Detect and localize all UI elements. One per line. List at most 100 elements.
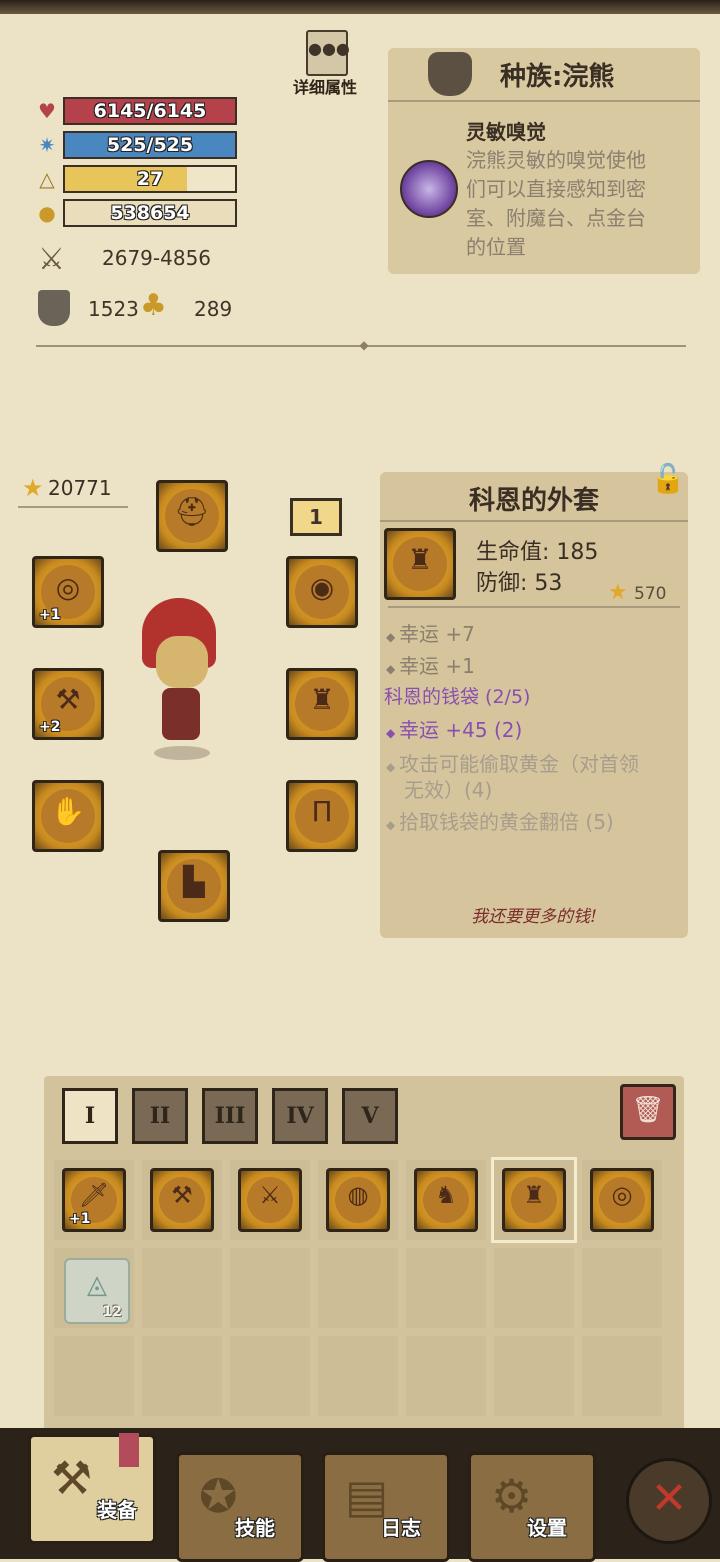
inventory-item-4[interactable]: ◍ — [326, 1168, 390, 1232]
item-hp: 生命值: 185 — [476, 540, 599, 565]
unlock-icon[interactable]: 🔓 — [648, 462, 688, 502]
pants-slot[interactable]: Π — [286, 780, 358, 852]
inventory-item-7[interactable]: ◎ — [590, 1168, 654, 1232]
boots-slot[interactable]: ▙ — [158, 850, 230, 922]
bottom-nav: ⚒ 装备 ✪ 技能 ▤ 日志 ⚙ 设置 ✕ — [0, 1428, 720, 1562]
set-bonus-2-cont: 无效）(4) — [404, 778, 493, 802]
skill-desc-4: 的位置 — [466, 235, 526, 259]
nav-settings[interactable]: ⚙ 设置 — [468, 1452, 596, 1562]
pants-icon: Π — [311, 795, 333, 828]
level-value: 27 — [136, 168, 164, 190]
item-def: 防御: 53 — [476, 571, 563, 596]
luck-value: 289 — [194, 297, 233, 321]
hp-value: 6145/6145 — [93, 100, 207, 122]
ring-plus: +1 — [39, 607, 61, 623]
item-detail-slot: ♜ — [384, 528, 456, 600]
inventory-cell[interactable]: ♞ — [406, 1160, 486, 1240]
tab-1[interactable]: I — [62, 1088, 118, 1144]
nav-equip-label: 装备 — [97, 1498, 137, 1522]
trash-button[interactable]: 🗑 — [620, 1084, 676, 1140]
inventory-cell[interactable] — [230, 1248, 310, 1328]
inventory-cell[interactable] — [494, 1248, 574, 1328]
hp-bar: 6145/6145 — [63, 97, 237, 125]
effect-2: ◆ 幸运 +1 — [386, 654, 475, 678]
item-coat-icon: ♜ — [407, 543, 433, 576]
item-stat-divider — [388, 606, 680, 608]
inventory-cell[interactable] — [406, 1248, 486, 1328]
inventory-cell[interactable] — [406, 1336, 486, 1416]
inventory-cell[interactable]: ◎ — [582, 1160, 662, 1240]
details-icon: ●●● — [306, 30, 350, 76]
nav-equip[interactable]: ⚒ 装备 — [28, 1433, 156, 1544]
nav-skills-label: 技能 — [235, 1516, 275, 1540]
nav-skills[interactable]: ✪ 技能 — [176, 1452, 304, 1562]
ring-slot[interactable]: ◎ +1 — [32, 556, 104, 628]
inventory-item-5[interactable]: ♞ — [414, 1168, 478, 1232]
sword-icon: 🗡 — [78, 1181, 110, 1209]
gloves-slot[interactable]: ✋ — [32, 780, 104, 852]
inventory-cell[interactable] — [142, 1336, 222, 1416]
mp-bar: 525/525 — [63, 131, 237, 159]
inventory-cell[interactable]: ⚔ — [230, 1160, 310, 1240]
inventory-item-6[interactable]: ♜ — [502, 1168, 566, 1232]
close-button[interactable]: ✕ — [626, 1458, 712, 1544]
armor-slot[interactable]: ♜ — [286, 668, 358, 740]
inventory-cell[interactable] — [142, 1248, 222, 1328]
inventory-cell[interactable] — [582, 1336, 662, 1416]
scarf-icon: ◍ — [347, 1181, 369, 1209]
inventory-cell[interactable]: ◬ 12 — [54, 1248, 134, 1328]
race-title: 种族:浣熊 — [500, 62, 615, 92]
inventory-cell[interactable] — [230, 1336, 310, 1416]
defense-value: 1523 — [88, 297, 139, 321]
item-name-divider — [380, 520, 688, 522]
tab-2[interactable]: II — [132, 1088, 188, 1144]
inventory-item-2[interactable]: ⚒ — [150, 1168, 214, 1232]
gold-row: ● 538654 — [36, 199, 241, 229]
inventory-cell[interactable] — [54, 1336, 134, 1416]
inventory-cell[interactable] — [582, 1248, 662, 1328]
set-bonus-2: ◆ 攻击可能偷取黄金（对首领 — [386, 752, 640, 776]
item-flavor: 我还要更多的钱! — [471, 907, 597, 927]
inventory-cell[interactable] — [494, 1336, 574, 1416]
attack-icon: ⚔ — [38, 242, 65, 277]
tab-3[interactable]: III — [202, 1088, 258, 1144]
helmet-slot[interactable]: ⛑ — [156, 480, 228, 552]
bookmark-icon — [119, 1433, 139, 1467]
attack-value: 2679-4856 — [102, 246, 212, 270]
inventory-cell-selected[interactable]: ♜ — [491, 1157, 577, 1243]
set-bonus-1: ◆ 幸运 +45 (2) — [386, 718, 523, 742]
inventory-item-1[interactable]: 🗡 +1 — [62, 1168, 126, 1232]
shield-icon — [38, 290, 70, 326]
slot-badge[interactable]: 1 — [290, 498, 342, 536]
inventory-cell[interactable] — [318, 1248, 398, 1328]
scroll-icon: ◬ — [87, 1270, 107, 1300]
inventory-cell[interactable]: ◍ — [318, 1160, 398, 1240]
inventory-cell[interactable]: ⚒ — [142, 1160, 222, 1240]
eye-amulet-icon: ◉ — [309, 571, 335, 604]
ring-icon: ◎ — [611, 1181, 633, 1209]
tab-5[interactable]: V — [342, 1088, 398, 1144]
set-bonus-3: ◆ 拾取钱袋的黄金翻倍 (5) — [386, 810, 614, 834]
gloves-icon: ✋ — [50, 795, 86, 828]
details-button[interactable]: ●●● 详细属性 — [290, 30, 360, 97]
weapon-plus: +2 — [39, 719, 61, 735]
inventory-item-3[interactable]: ⚔ — [238, 1168, 302, 1232]
weapon-slot[interactable]: ⚒ +2 — [32, 668, 104, 740]
amulet-slot[interactable]: ◉ — [286, 556, 358, 628]
character-shadow — [154, 746, 210, 760]
scroll-item[interactable]: ◬ 12 — [64, 1258, 130, 1324]
tab-4[interactable]: IV — [272, 1088, 328, 1144]
inventory-panel: I II III IV V 🗑 🗡 +1 ⚒ ⚔ ◍ ♞ ♜ ◎ ◬ 12 — [44, 1076, 684, 1434]
cape-icon: ♞ — [435, 1181, 457, 1209]
level-icon: △ — [39, 167, 55, 191]
gold-bar: 538654 — [63, 199, 237, 227]
nav-log[interactable]: ▤ 日志 — [322, 1452, 450, 1562]
inventory-cell[interactable]: 🗡 +1 — [54, 1160, 134, 1240]
inventory-cell[interactable] — [318, 1336, 398, 1416]
helmet-icon: ⛑ — [174, 495, 210, 528]
character-body — [162, 688, 200, 740]
effect-1: ◆ 幸运 +7 — [386, 622, 475, 646]
item-score: 570 — [634, 584, 667, 604]
item-star-icon: ★ — [608, 580, 628, 605]
dagger-icon: ⚔ — [259, 1181, 281, 1209]
